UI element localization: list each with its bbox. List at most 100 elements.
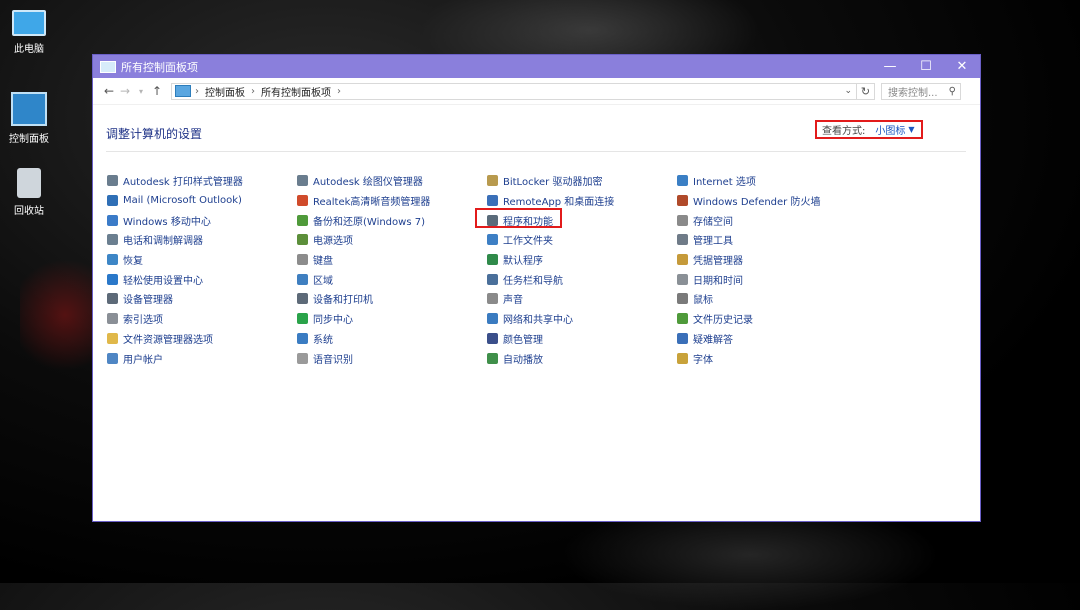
- breadcrumb-control-panel[interactable]: 控制面板: [205, 84, 245, 99]
- forward-icon[interactable]: →: [117, 84, 133, 98]
- item-label: 键盘: [313, 256, 333, 268]
- control-panel-item[interactable]: 文件历史记录: [677, 309, 820, 329]
- control-panel-item[interactable]: 默认程序: [487, 250, 614, 270]
- item-icon: [487, 352, 498, 364]
- control-panel-item[interactable]: 工作文件夹: [487, 230, 614, 250]
- control-panel-item[interactable]: 语音识别: [297, 348, 430, 368]
- item-label: Internet 选项: [693, 177, 756, 189]
- item-icon: [107, 175, 118, 187]
- control-panel-item[interactable]: Realtek高清晰音频管理器: [297, 191, 430, 211]
- search-icon[interactable]: ⚲: [949, 86, 956, 97]
- control-panel-item[interactable]: 日期和时间: [677, 269, 820, 289]
- control-panel-item[interactable]: 颜色管理: [487, 329, 614, 349]
- control-panel-item[interactable]: 区域: [297, 269, 430, 289]
- chevron-down-icon[interactable]: ⌄: [844, 86, 852, 96]
- items-column-2: Autodesk 绘图仪管理器 Realtek高清晰音频管理器 备份和还原(Wind…: [297, 171, 430, 368]
- item-icon: [487, 175, 498, 187]
- back-icon[interactable]: ←: [101, 84, 117, 98]
- desktop-icon-this-pc[interactable]: 此电脑: [2, 10, 56, 55]
- item-icon: [297, 195, 308, 207]
- control-panel-item[interactable]: Autodesk 绘图仪管理器: [297, 171, 430, 191]
- control-panel-item[interactable]: 恢复: [107, 250, 243, 270]
- item-icon: [297, 254, 308, 266]
- control-panel-item[interactable]: Internet 选项: [677, 171, 820, 191]
- control-panel-item[interactable]: 文件资源管理器选项: [107, 329, 243, 349]
- dropdown-arrow-icon[interactable]: ▼: [908, 125, 914, 134]
- control-panel-item[interactable]: Autodesk 打印样式管理器: [107, 171, 243, 191]
- control-panel-item[interactable]: 管理工具: [677, 230, 820, 250]
- close-button[interactable]: ✕: [944, 59, 980, 74]
- control-panel-item[interactable]: 凭据管理器: [677, 250, 820, 270]
- chevron-right-icon[interactable]: ›: [337, 86, 341, 97]
- recent-locations-icon[interactable]: ▾: [133, 87, 149, 96]
- items-column-3: BitLocker 驱动器加密 RemoteApp 和桌面连接 程序和功能 工作文件夹…: [474, 171, 614, 368]
- item-label: Autodesk 绘图仪管理器: [313, 177, 423, 189]
- item-label: 工作文件夹: [503, 236, 553, 248]
- item-label: 电话和调制解调器: [123, 236, 203, 248]
- control-panel-item[interactable]: 用户帐户: [107, 348, 243, 368]
- control-panel-item[interactable]: 键盘: [297, 250, 430, 270]
- control-panel-item[interactable]: BitLocker 驱动器加密: [487, 171, 614, 191]
- item-label: 程序和功能: [503, 216, 553, 228]
- control-panel-item[interactable]: 轻松使用设置中心: [107, 269, 243, 289]
- window-title: 所有控制面板项: [121, 60, 198, 74]
- item-icon: [297, 175, 308, 187]
- control-panel-icon: [175, 85, 191, 97]
- control-panel-item[interactable]: 电源选项: [297, 230, 430, 250]
- control-panel-item[interactable]: 备份和还原(Windows 7): [297, 210, 430, 230]
- desktop-icon-recycle-bin[interactable]: 回收站: [2, 168, 56, 217]
- item-icon: [677, 195, 688, 207]
- control-panel-item[interactable]: 程序和功能: [474, 208, 614, 230]
- item-label: Realtek高清晰音频管理器: [313, 197, 431, 209]
- control-panel-item[interactable]: 疑难解答: [677, 329, 820, 349]
- item-label: 文件历史记录: [693, 315, 753, 327]
- control-panel-item[interactable]: 存储空间: [677, 210, 820, 230]
- item-label: 语音识别: [313, 354, 353, 366]
- control-panel-item[interactable]: 鼠标: [677, 289, 820, 309]
- view-by-label: 查看方式:: [822, 126, 866, 137]
- item-icon: [487, 195, 498, 207]
- maximize-button[interactable]: ☐: [908, 59, 944, 74]
- control-panel-item[interactable]: 设备管理器: [107, 289, 243, 309]
- item-icon: [297, 352, 308, 364]
- control-panel-item[interactable]: 自动播放: [487, 348, 614, 368]
- address-bar[interactable]: › 控制面板 › 所有控制面板项 › ⌄: [171, 82, 857, 100]
- control-panel-item[interactable]: 同步中心: [297, 309, 430, 329]
- item-label: 文件资源管理器选项: [123, 334, 213, 346]
- chevron-right-icon[interactable]: ›: [195, 86, 199, 97]
- control-panel-item[interactable]: 网络和共享中心: [487, 309, 614, 329]
- breadcrumb-all-items[interactable]: 所有控制面板项: [261, 84, 331, 99]
- item-icon: [297, 313, 308, 325]
- view-by-selector[interactable]: 查看方式: 小图标 ▼: [815, 120, 923, 139]
- item-label: 声音: [503, 295, 523, 307]
- item-label: 默认程序: [503, 256, 543, 268]
- control-panel-item[interactable]: 设备和打印机: [297, 289, 430, 309]
- item-label: 鼠标: [693, 295, 713, 307]
- item-icon: [107, 234, 118, 246]
- item-label: 设备和打印机: [313, 295, 373, 307]
- item-icon: [487, 214, 498, 226]
- item-label: 设备管理器: [123, 295, 173, 307]
- control-panel-item[interactable]: 字体: [677, 348, 820, 368]
- minimize-button[interactable]: —: [872, 59, 908, 74]
- refresh-icon[interactable]: ↻: [857, 82, 875, 100]
- up-icon[interactable]: ↑: [149, 84, 165, 98]
- control-panel-item[interactable]: Windows Defender 防火墙: [677, 191, 820, 211]
- desktop-icon-control-panel[interactable]: 控制面板: [2, 92, 56, 145]
- item-icon: [677, 234, 688, 246]
- control-panel-item[interactable]: Mail (Microsoft Outlook): [107, 191, 243, 211]
- control-panel-item[interactable]: 声音: [487, 289, 614, 309]
- item-label: 电源选项: [313, 236, 353, 248]
- view-by-value[interactable]: 小图标: [875, 122, 905, 137]
- control-panel-item[interactable]: Windows 移动中心: [107, 210, 243, 230]
- item-icon: [487, 254, 498, 266]
- control-panel-item[interactable]: 索引选项: [107, 309, 243, 329]
- search-input[interactable]: 搜索控制... ⚲: [881, 82, 961, 100]
- item-icon: [677, 352, 688, 364]
- control-panel-item[interactable]: 任务栏和导航: [487, 269, 614, 289]
- item-label: BitLocker 驱动器加密: [503, 177, 603, 189]
- title-bar[interactable]: 所有控制面板项 — ☐ ✕: [93, 55, 980, 78]
- control-panel-item[interactable]: 电话和调制解调器: [107, 230, 243, 250]
- chevron-right-icon[interactable]: ›: [251, 86, 255, 97]
- control-panel-item[interactable]: 系统: [297, 329, 430, 349]
